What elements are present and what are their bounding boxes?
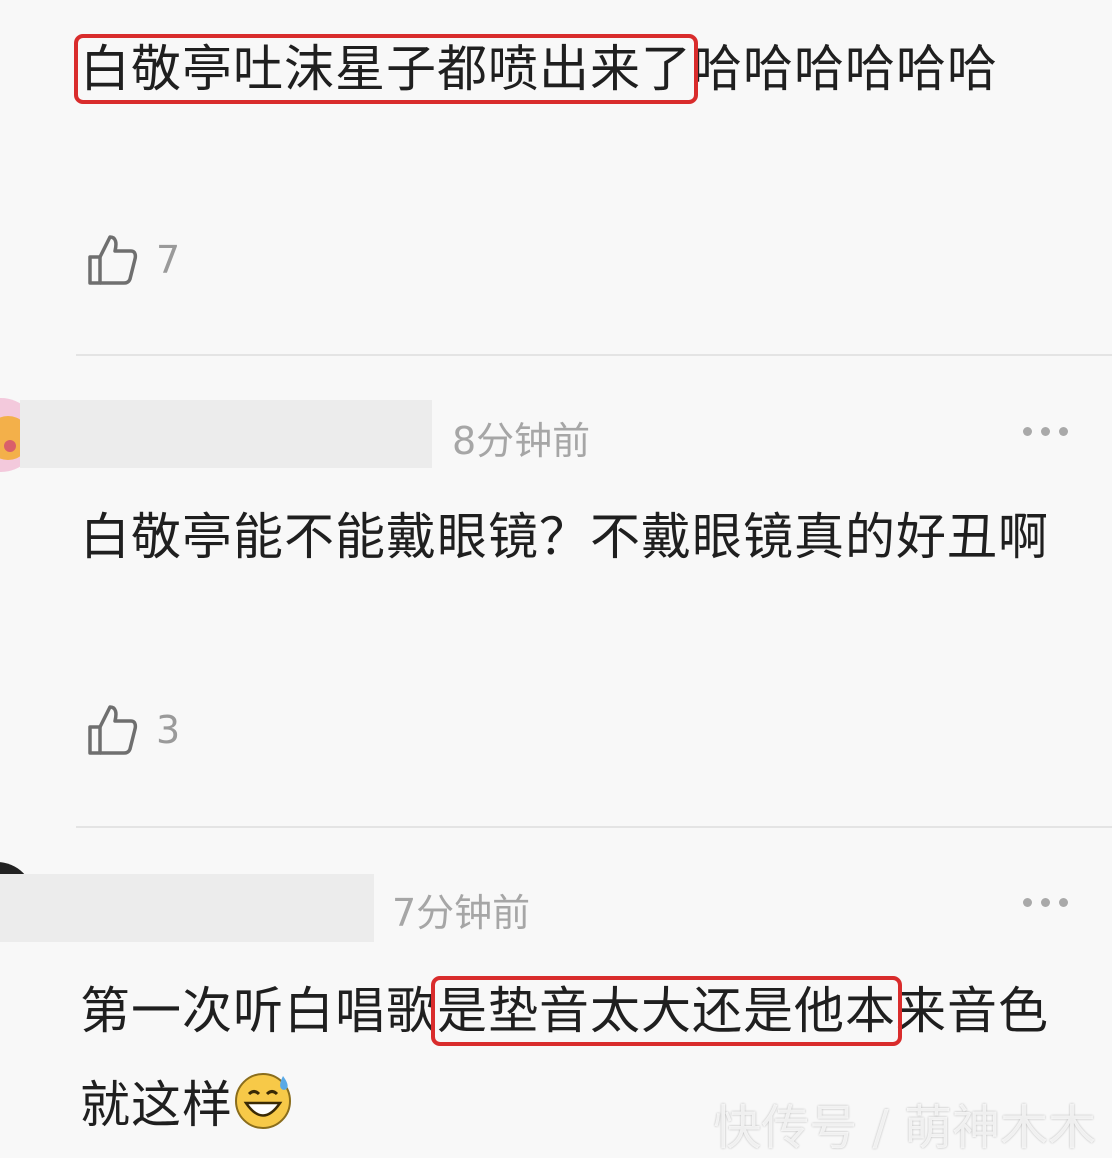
comment-2-timestamp: 8分钟前: [452, 419, 591, 463]
more-dot-icon: [1023, 427, 1032, 436]
comment-1-highlight: 白敬亭吐沫星子都喷出来了: [74, 34, 698, 104]
username-redacted: [20, 400, 432, 468]
grinning-sweat-emoji-icon: [235, 1073, 291, 1129]
username-redacted: [0, 874, 374, 942]
watermark: 快传号 / 萌神木木: [713, 1100, 1096, 1156]
comment-1-rest: 哈哈哈哈哈哈: [692, 40, 998, 98]
comment-2-more-button[interactable]: [1023, 427, 1068, 436]
comment-1-like-button[interactable]: 7: [86, 232, 180, 288]
comment-1-text: 白敬亭吐沫星子都喷出来了哈哈哈哈哈哈: [74, 22, 1080, 116]
more-dot-icon: [1041, 427, 1050, 436]
comment-2-text: 白敬亭能不能戴眼镜？不戴眼镜真的好丑啊: [80, 508, 1049, 566]
comment-1-like-count: 7: [156, 238, 181, 282]
comment-2-like-count: 3: [156, 708, 181, 752]
more-dot-icon: [1059, 427, 1068, 436]
comment-3-timestamp: 7分钟前: [392, 891, 531, 935]
thumbs-up-icon: [88, 235, 138, 285]
divider: [76, 354, 1112, 356]
comment-3-highlight: 是垫音太大还是他本: [431, 976, 902, 1046]
more-dot-icon: [1059, 898, 1068, 907]
divider: [76, 826, 1112, 828]
more-dot-icon: [1041, 898, 1050, 907]
comment-3-more-button[interactable]: [1023, 898, 1068, 907]
comment-3-pre: 第一次听白唱歌: [80, 982, 437, 1040]
comment-2-like-button[interactable]: 3: [86, 702, 180, 758]
thumbs-up-icon: [88, 705, 138, 755]
more-dot-icon: [1023, 898, 1032, 907]
